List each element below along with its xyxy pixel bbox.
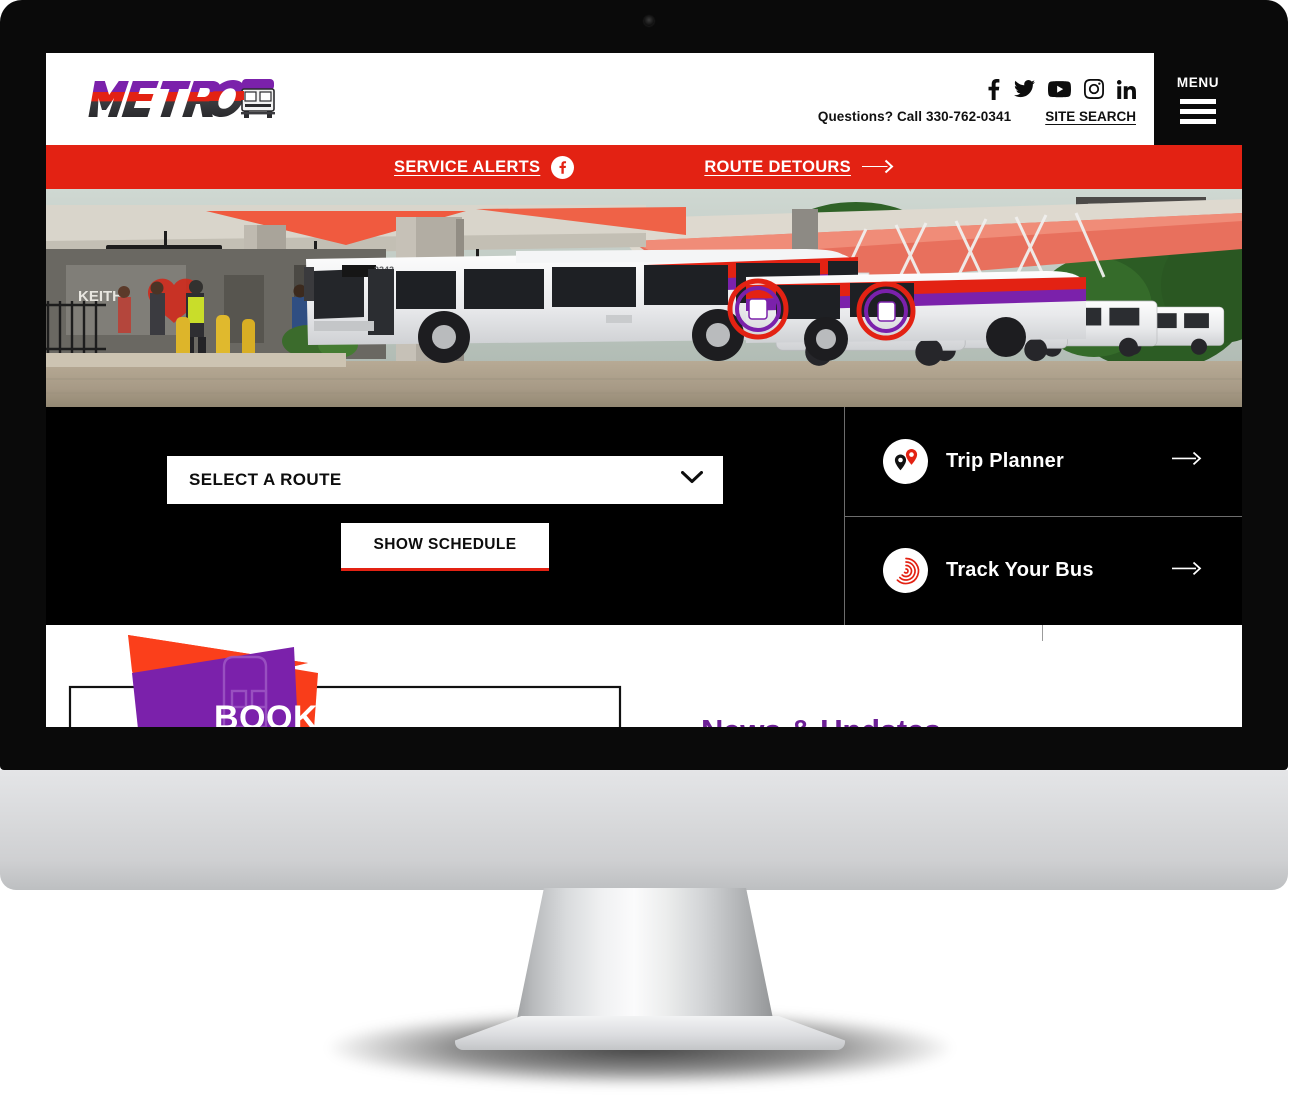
menu-button[interactable]: MENU (1154, 53, 1242, 145)
metro-wordmark-icon (88, 79, 275, 118)
show-schedule-label: SHOW SCHEDULE (373, 536, 517, 553)
trip-planner-card[interactable]: Trip Planner (845, 407, 1242, 516)
book-it-on-metro-banner[interactable]: BOOK IT ON METRO! (46, 625, 666, 727)
hero-bus-terminal-illustration: KEITH (46, 189, 1242, 407)
map-pins-icon (883, 438, 928, 484)
quick-actions-bar: SELECT A ROUTE SHOW SCHEDULE Trip Planne… (46, 407, 1242, 625)
column-divider (1042, 625, 1043, 641)
track-your-bus-label: Track Your Bus (946, 559, 1094, 582)
arrow-right-icon (1172, 561, 1202, 581)
facebook-circle-icon (551, 155, 575, 179)
route-select-value: SELECT A ROUTE (189, 469, 342, 489)
news-updates-heading: News & Updates (701, 713, 941, 727)
show-schedule-button[interactable]: SHOW SCHEDULE (341, 522, 549, 571)
screenshot-stage: Questions? Call 330-762-0341 SITE SEARCH… (0, 0, 1300, 1095)
track-your-bus-card[interactable]: Track Your Bus (845, 515, 1242, 626)
logo-area[interactable] (46, 53, 287, 145)
service-alerts-label: SERVICE ALERTS (394, 157, 541, 176)
facebook-icon[interactable] (986, 78, 1001, 100)
route-schedule-widget: SELECT A ROUTE SHOW SCHEDULE (46, 407, 844, 625)
social-links (986, 78, 1136, 100)
bus-front-icon (240, 79, 275, 118)
arrow-right-icon (1172, 451, 1202, 471)
monitor-stand-base (455, 1016, 845, 1050)
questions-phone-text: Questions? Call 330-762-0341 (817, 108, 1012, 124)
twitter-icon[interactable] (1014, 80, 1035, 98)
radar-spiral-icon (883, 548, 928, 594)
instagram-icon[interactable] (1084, 79, 1104, 99)
site-search-link[interactable]: SITE SEARCH (1045, 109, 1136, 124)
site-header: Questions? Call 330-762-0341 SITE SEARCH… (46, 53, 1242, 145)
arrow-right-icon (861, 159, 894, 175)
route-detours-link[interactable]: ROUTE DETOURS (704, 158, 894, 177)
route-select-dropdown[interactable]: SELECT A ROUTE (167, 455, 723, 504)
contact-row: Questions? Call 330-762-0341 SITE SEARCH (818, 109, 1136, 124)
metro-logo[interactable] (82, 75, 287, 123)
promo-news-strip: BOOK IT ON METRO! News & Updates (46, 625, 1242, 727)
webcam-icon (644, 16, 654, 26)
hero-image: KEITH (46, 189, 1242, 407)
quick-links: Trip Planner Track Your Bus (844, 407, 1242, 625)
service-alerts-link[interactable]: SERVICE ALERTS (394, 155, 575, 179)
header-utility: Questions? Call 330-762-0341 SITE SEARCH (287, 53, 1154, 145)
chevron-down-icon (681, 470, 703, 489)
youtube-icon[interactable] (1048, 80, 1071, 98)
hamburger-icon (1180, 98, 1216, 124)
browser-viewport: Questions? Call 330-762-0341 SITE SEARCH… (46, 53, 1242, 727)
menu-label: MENU (1176, 74, 1220, 90)
alert-bar: SERVICE ALERTS ROUTE DETOURS (46, 145, 1242, 189)
banner-text: BOOK IT ON METRO! (214, 699, 568, 727)
route-detours-label: ROUTE DETOURS (704, 157, 851, 176)
trip-planner-label: Trip Planner (946, 449, 1064, 472)
monitor-chin (0, 770, 1288, 890)
linkedin-icon[interactable] (1117, 79, 1136, 99)
